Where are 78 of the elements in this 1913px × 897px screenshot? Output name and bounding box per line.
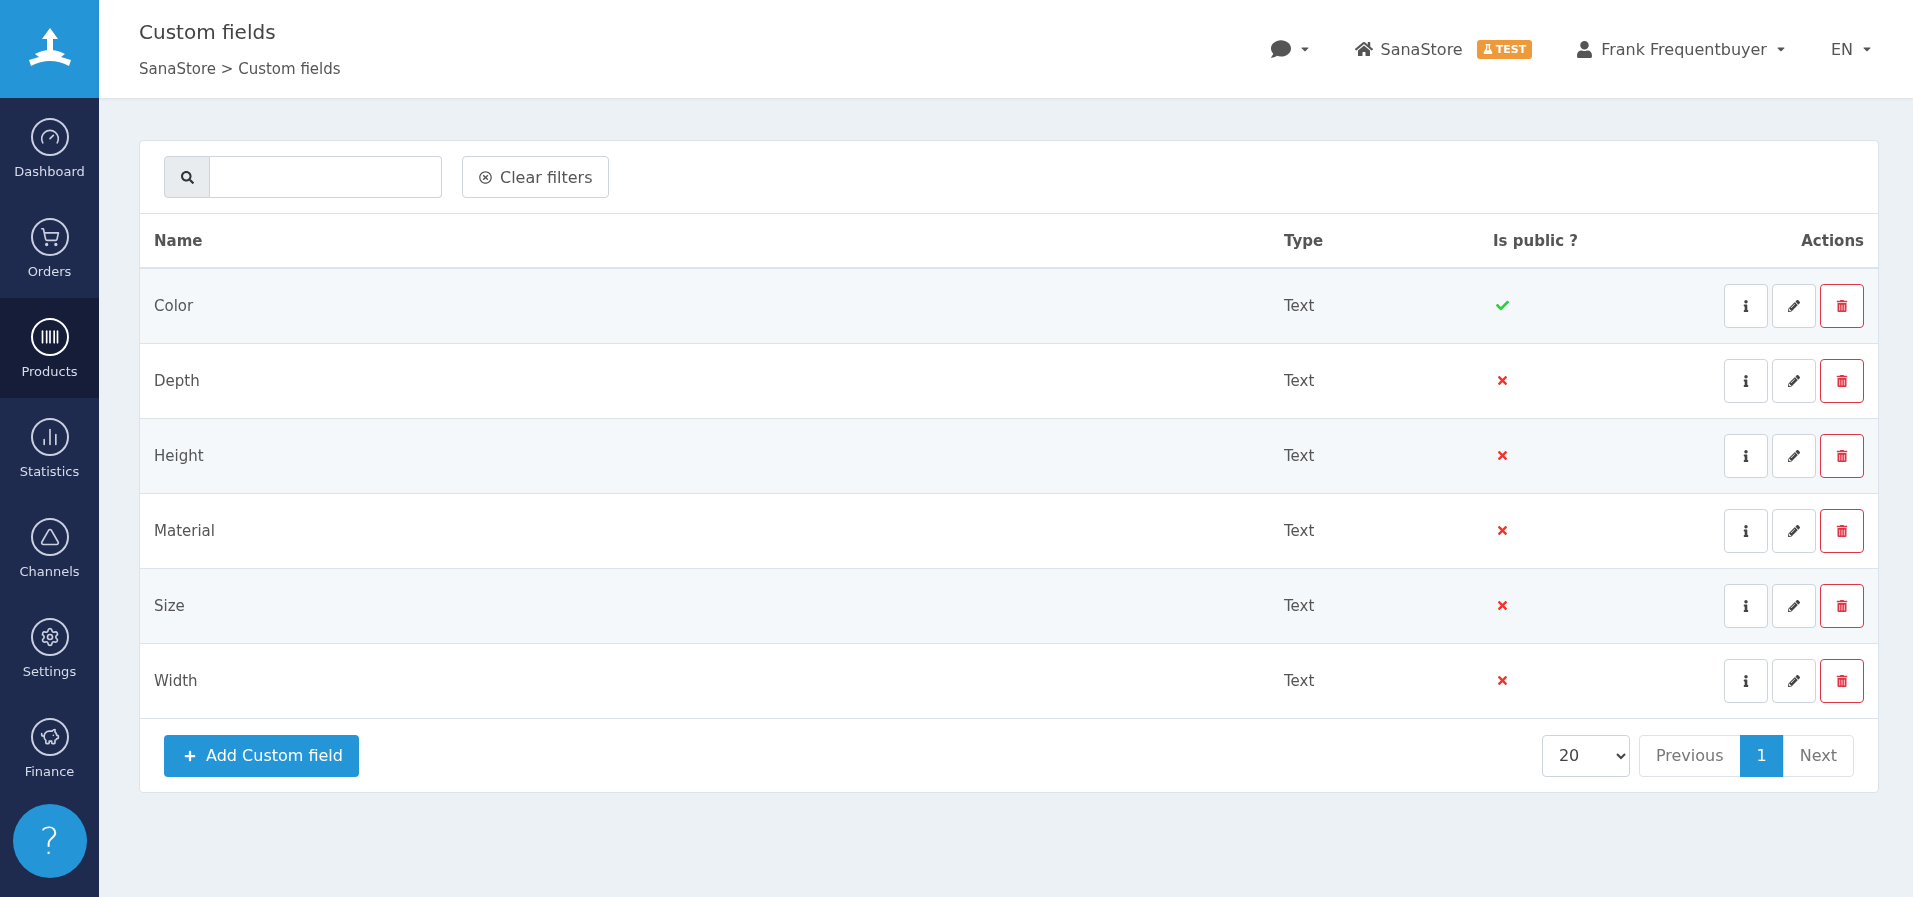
column-header: Name bbox=[154, 231, 204, 250]
user-icon bbox=[1576, 40, 1594, 58]
trash-icon bbox=[1836, 675, 1848, 687]
table-cell-text: Height bbox=[154, 447, 205, 465]
nav-item[interactable]: Products bbox=[0, 298, 99, 398]
column-header: Type bbox=[1284, 231, 1325, 250]
nav-item[interactable]: Orders bbox=[0, 198, 99, 298]
pencil-icon bbox=[1788, 375, 1800, 387]
messages-dropdown[interactable] bbox=[1270, 39, 1311, 59]
nav-item[interactable]: Dashboard bbox=[0, 98, 99, 198]
nav-label: Orders bbox=[27, 263, 72, 279]
table-cell-text: Width bbox=[154, 672, 199, 690]
search-icon bbox=[180, 170, 194, 184]
user-dropdown[interactable]: Frank Frequentbuyer bbox=[1576, 39, 1787, 59]
nav-label: Statistics bbox=[19, 463, 80, 479]
pencil-icon bbox=[1788, 450, 1800, 462]
previous-button[interactable]: Previous bbox=[1638, 734, 1741, 777]
table-cell-text: Depth bbox=[154, 372, 201, 390]
table-cell-text: Text bbox=[1284, 372, 1316, 390]
pencil-icon bbox=[1788, 525, 1800, 537]
clear-icon bbox=[479, 170, 492, 184]
nav-item[interactable]: Settings bbox=[0, 598, 99, 698]
edit-button[interactable] bbox=[1772, 659, 1816, 703]
breadcrumb: SanaStore > Custom fields bbox=[139, 60, 341, 78]
edit-button[interactable] bbox=[1772, 509, 1816, 553]
pencil-icon bbox=[1788, 675, 1800, 687]
table-cell-text: Color bbox=[154, 297, 195, 315]
delete-button[interactable] bbox=[1820, 509, 1864, 553]
barcode-icon bbox=[30, 317, 69, 356]
edit-button[interactable] bbox=[1772, 284, 1816, 328]
nav-label: Dashboard bbox=[14, 163, 85, 179]
delete-button[interactable] bbox=[1820, 434, 1864, 478]
table-cell-text: Text bbox=[1284, 672, 1316, 690]
next-button[interactable]: Next bbox=[1782, 734, 1854, 777]
nav-label: Channels bbox=[19, 563, 80, 579]
edit-button[interactable] bbox=[1772, 359, 1816, 403]
delete-button[interactable] bbox=[1820, 359, 1864, 403]
nav-label: Products bbox=[21, 363, 78, 379]
trash-icon bbox=[1836, 600, 1848, 612]
edit-button[interactable] bbox=[1772, 434, 1816, 478]
delete-button[interactable] bbox=[1820, 584, 1864, 628]
trash-icon bbox=[1836, 525, 1848, 537]
table-cell-text: Material bbox=[154, 522, 216, 540]
page-size-select[interactable]: 20 bbox=[1541, 734, 1630, 777]
gauge-icon bbox=[30, 117, 69, 156]
trash-icon bbox=[1836, 300, 1848, 312]
pencil-icon bbox=[1788, 600, 1800, 612]
search-field[interactable] bbox=[210, 156, 442, 198]
piggy-bank-icon bbox=[30, 717, 69, 756]
page-title: Custom fields bbox=[139, 20, 277, 44]
trash-icon bbox=[1836, 375, 1848, 387]
delete-button[interactable] bbox=[1820, 284, 1864, 328]
nav-item[interactable]: Statistics bbox=[0, 398, 99, 498]
home-icon bbox=[1354, 40, 1373, 58]
plus-icon bbox=[184, 749, 196, 762]
nav-item[interactable]: Channels bbox=[0, 498, 99, 598]
delete-button[interactable] bbox=[1820, 659, 1864, 703]
chart-icon bbox=[30, 417, 69, 456]
column-header: Is public ? bbox=[1493, 231, 1579, 250]
gear-icon bbox=[30, 617, 69, 656]
cart-icon bbox=[30, 217, 69, 256]
chat-icon bbox=[1270, 39, 1291, 59]
edit-button[interactable] bbox=[1772, 584, 1816, 628]
language-dropdown[interactable]: EN bbox=[1830, 39, 1873, 59]
clear-filters-button[interactable]: Clear filters bbox=[462, 156, 610, 198]
table-cell-text: Text bbox=[1284, 297, 1316, 315]
table-cell-text: Text bbox=[1284, 447, 1316, 465]
nav-item[interactable]: Finance bbox=[0, 698, 99, 798]
column-header: Actions bbox=[1800, 231, 1864, 250]
trash-icon bbox=[1836, 450, 1848, 462]
test-badge: TEST bbox=[1476, 39, 1533, 59]
nav-label: Finance bbox=[24, 763, 75, 779]
store-link[interactable]: SanaStore TEST bbox=[1354, 39, 1533, 59]
nav-label: Settings bbox=[22, 663, 77, 679]
table-cell-text: Size bbox=[154, 597, 186, 615]
table-cell-text: Text bbox=[1284, 597, 1316, 615]
table-cell-text: Text bbox=[1284, 522, 1316, 540]
pencil-icon bbox=[1788, 300, 1800, 312]
